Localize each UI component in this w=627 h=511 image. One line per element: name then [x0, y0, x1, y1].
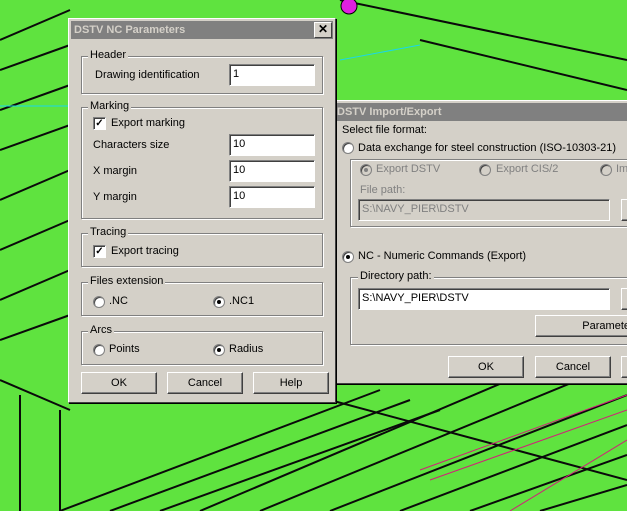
export-cis2-label: Export CIS/2 — [496, 163, 559, 175]
file-path-browse-button[interactable] — [621, 199, 627, 221]
directory-path-field[interactable]: S:\NAVY_PIER\DSTV — [358, 288, 610, 310]
y-margin-label: Y margin — [93, 191, 137, 203]
nc-numeric-label: NC - Numeric Commands (Export) — [358, 250, 527, 262]
characters-size-label: Characters size — [93, 139, 170, 151]
header-group-label: Header — [88, 49, 129, 61]
x-margin-label: X margin — [93, 165, 138, 177]
points-radio[interactable] — [93, 344, 105, 356]
nc-parameters-titlebar: DSTV NC Parameters — [71, 21, 333, 39]
x-margin-field[interactable]: 10 — [229, 160, 315, 182]
export-marking-label: Export marking — [111, 117, 185, 129]
files-extension-group-label: Files extension — [88, 275, 166, 287]
points-label: Points — [109, 343, 140, 355]
nc1-extension-radio[interactable] — [213, 296, 225, 308]
y-margin-field[interactable]: 10 — [229, 186, 315, 208]
import-help-button[interactable] — [621, 356, 627, 378]
select-format-label: Select file format: — [342, 124, 427, 136]
import-export-titlebar: DSTV Import/Export — [334, 103, 627, 121]
file-path-field[interactable]: S:\NAVY_PIER\DSTV — [358, 199, 610, 221]
directory-path-label: Directory path: — [358, 270, 434, 282]
export-dstv-label: Export DSTV — [376, 163, 441, 175]
close-icon[interactable]: ✕ — [314, 22, 332, 38]
radius-label: Radius — [229, 343, 264, 355]
import-ok-button[interactable]: OK — [448, 356, 524, 378]
import-label: Im — [616, 163, 627, 175]
data-exchange-label: Data exchange for steel construction (IS… — [358, 142, 617, 154]
export-marking-checkbox[interactable]: ✓ — [93, 117, 106, 130]
ok-button[interactable]: OK — [81, 372, 157, 394]
nc1-extension-label: .NC1 — [229, 295, 255, 307]
radius-radio[interactable] — [213, 344, 225, 356]
export-tracing-checkbox[interactable]: ✓ — [93, 245, 106, 258]
marking-group-label: Marking — [88, 100, 132, 112]
cancel-button[interactable]: Cancel — [167, 372, 243, 394]
help-button[interactable]: Help — [253, 372, 329, 394]
arcs-group-label: Arcs — [88, 324, 114, 336]
export-dstv-radio[interactable] — [360, 164, 372, 176]
drawing-identification-field[interactable]: 1 — [229, 64, 315, 86]
tracing-group-label: Tracing — [88, 226, 129, 238]
import-cancel-button[interactable]: Cancel — [535, 356, 611, 378]
dstv-import-export-dialog: DSTV Import/Export Select file format: D… — [331, 100, 627, 384]
dstv-nc-parameters-dialog: DSTV NC Parameters ✕ Header Drawing iden… — [68, 18, 336, 403]
file-path-label: File path: — [358, 184, 408, 196]
export-cis2-radio[interactable] — [479, 164, 491, 176]
import-radio[interactable] — [600, 164, 612, 176]
characters-size-field[interactable]: 10 — [229, 134, 315, 156]
export-tracing-label: Export tracing — [111, 245, 179, 257]
nc-numeric-radio[interactable] — [342, 251, 354, 263]
nc-extension-radio[interactable] — [93, 296, 105, 308]
data-exchange-radio[interactable] — [342, 142, 354, 154]
drawing-identification-label: Drawing identification — [95, 69, 200, 81]
parameters-button[interactable]: Paramete — [535, 315, 627, 337]
nc-extension-label: .NC — [109, 295, 128, 307]
directory-browse-button[interactable] — [621, 288, 627, 310]
